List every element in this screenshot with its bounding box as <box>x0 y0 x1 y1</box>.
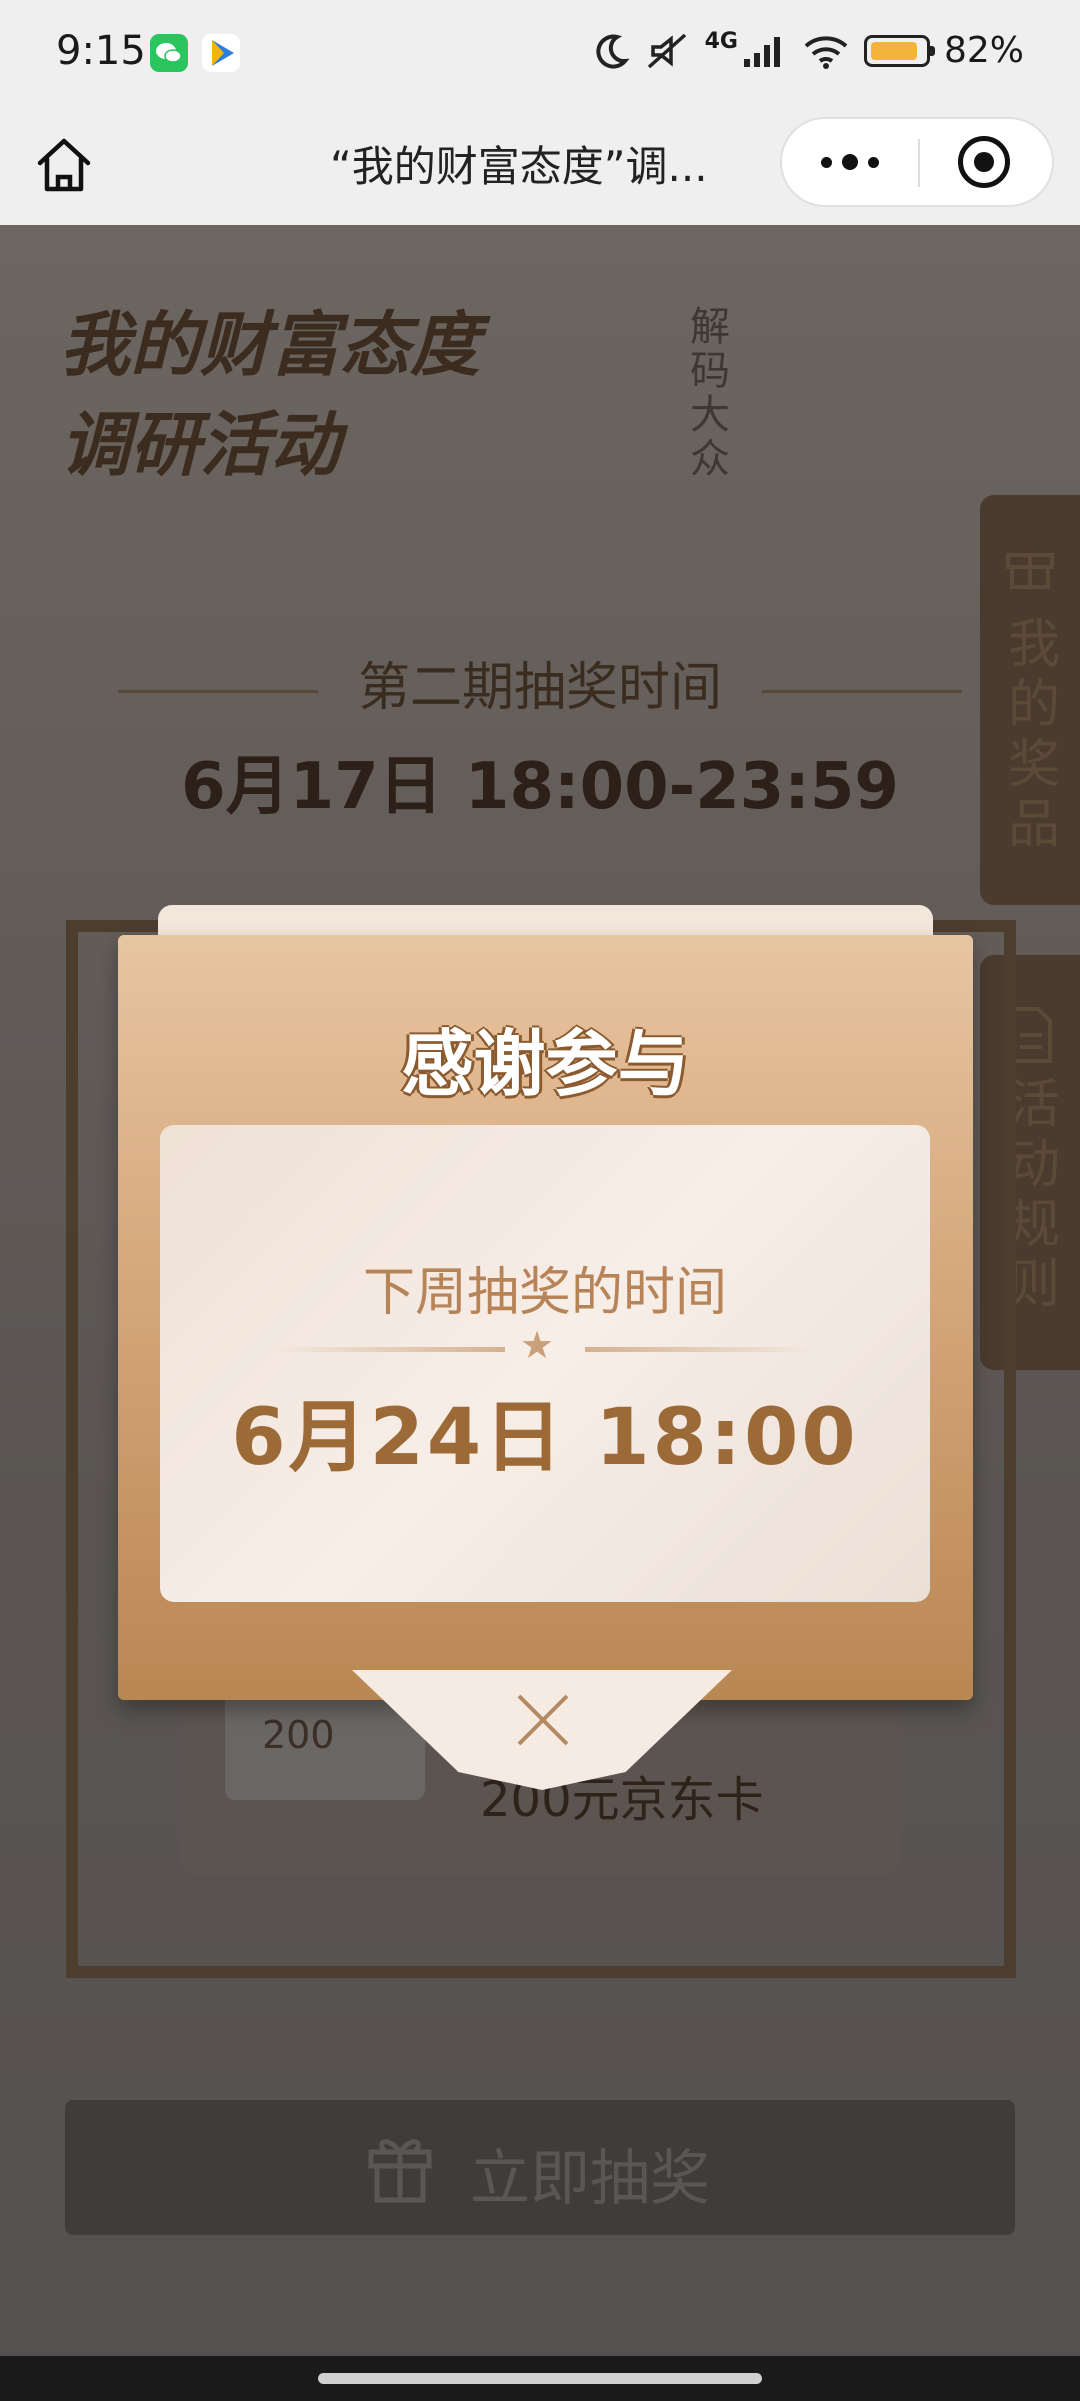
status-bar: 9:15 4G 82% <box>0 0 1080 105</box>
rules-label: 活动规则 <box>1008 1075 1061 1315</box>
network-type: 4G <box>704 29 738 54</box>
signal-icon <box>743 36 780 67</box>
draw-button[interactable]: 立即抽奖 <box>65 2100 1015 2235</box>
battery-icon <box>863 34 935 67</box>
star-icon: ★ <box>520 1323 555 1367</box>
gift-icon <box>1006 553 1054 589</box>
draw-button-label: 立即抽奖 <box>470 2144 710 2214</box>
hero-subtitle: 解码大众 <box>690 304 730 482</box>
status-time: 9:15 <box>56 28 146 74</box>
hero-title: 我的财富态度 调研活动 <box>60 304 480 486</box>
my-prizes-tab[interactable]: 我的奖品 <box>980 495 1080 905</box>
system-nav-bar <box>0 2356 1080 2401</box>
my-prizes-label: 我的奖品 <box>1008 615 1061 855</box>
home-button[interactable] <box>30 131 98 199</box>
capsule-menu <box>780 117 1054 207</box>
close-icon <box>517 1694 569 1746</box>
status-icons: 4G 82% <box>591 29 1024 71</box>
wechat-icon <box>150 34 188 72</box>
divider-line <box>275 1347 505 1352</box>
battery-percent: 82% <box>943 30 1024 71</box>
wifi-icon <box>804 35 848 69</box>
moon-icon <box>596 34 630 69</box>
mute-icon <box>647 33 686 68</box>
page-title: “我的财富态度”调... <box>330 142 708 191</box>
modal-close-button[interactable] <box>352 1670 732 1790</box>
round-time: 6月17日 18:00-23:59 <box>181 750 899 824</box>
next-draw-label: 下周抽奖的时间 <box>362 1263 727 1323</box>
result-modal: 感谢参与 下周抽奖的时间 ★ 6月24日 18:00 <box>118 935 973 1700</box>
home-indicator[interactable] <box>318 2373 762 2384</box>
jd-card-value: 200 <box>262 1713 335 1757</box>
divider-line <box>585 1347 815 1352</box>
video-app-icon <box>202 34 240 72</box>
close-target-icon[interactable] <box>958 136 1010 188</box>
gift-icon <box>368 2139 432 2203</box>
next-draw-time: 6月24日 18:00 <box>231 1393 859 1483</box>
nav-bar: “我的财富态度”调... <box>0 105 1080 225</box>
more-icon <box>821 156 832 168</box>
round-time-label: 第二期抽奖时间 <box>0 645 1080 720</box>
home-icon <box>37 138 91 192</box>
modal-content: 下周抽奖的时间 ★ 6月24日 18:00 <box>160 1125 930 1602</box>
modal-title: 感谢参与 <box>401 1022 690 1106</box>
more-button[interactable] <box>782 119 918 205</box>
